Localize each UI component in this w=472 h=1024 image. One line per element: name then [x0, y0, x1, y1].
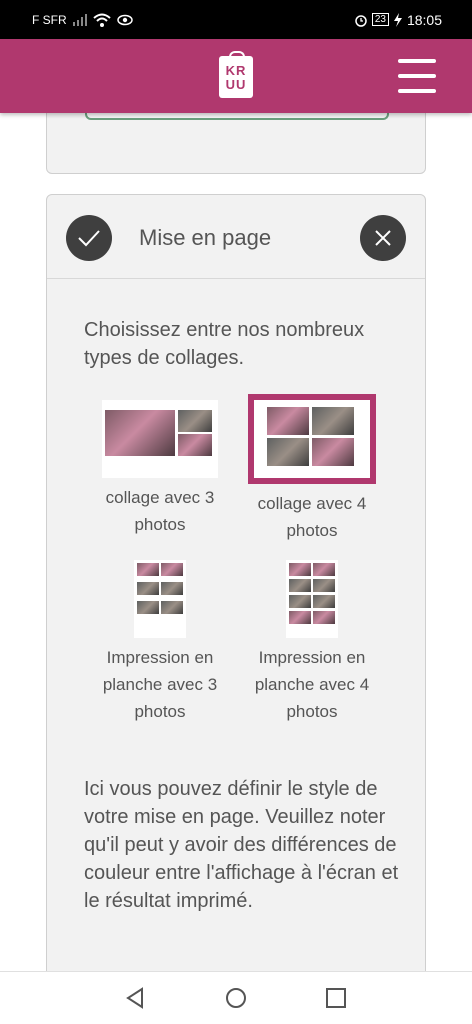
eye-icon [116, 14, 133, 25]
collage-4-thumbnail [248, 394, 376, 484]
intro-text: Choisissez entre nos nombreux types de c… [84, 319, 365, 369]
layout-card: Mise en page Choisissez entre nos nombre… [46, 194, 426, 971]
charging-icon [393, 12, 402, 27]
section-title: Mise en page [139, 225, 272, 250]
strip-4-thumbnail [286, 560, 338, 638]
option-label: collage avec 3 photos [105, 488, 215, 534]
option-label: Impression en planche avec 4 photos [254, 648, 370, 721]
alarm-icon [355, 14, 367, 27]
clock: 18:05 [406, 11, 442, 28]
kruu-logo[interactable]: KR UU [219, 51, 253, 98]
back-triangle-icon[interactable] [124, 986, 148, 1010]
scroll-content[interactable]: Mise en page Choisissez entre nos nombre… [0, 113, 472, 971]
system-nav-bar [0, 971, 472, 1024]
hamburger-icon-bar [398, 59, 436, 63]
confirm-button[interactable] [66, 215, 112, 261]
layout-option-strip-4[interactable]: Impression en planche avec 4 photos [237, 560, 387, 725]
recents-square-icon[interactable] [324, 986, 348, 1010]
status-bar: F SFR 23 18:05 [0, 0, 472, 39]
layout-option-collage-4[interactable]: collage avec 4 photos [237, 394, 387, 544]
strip-3-thumbnail [134, 560, 186, 638]
hamburger-icon-bar [398, 74, 436, 78]
hamburger-menu-button[interactable] [398, 59, 436, 93]
card-header: Mise en page [47, 195, 425, 279]
layout-option-strip-3[interactable]: Impression en planche avec 3 photos [85, 560, 235, 725]
battery-level: 23 [371, 13, 389, 26]
carrier-label: F SFR [32, 12, 67, 27]
collage-3-thumbnail [102, 400, 218, 478]
option-label: Impression en planche avec 3 photos [102, 648, 218, 721]
layout-option-collage-3[interactable]: collage avec 3 photos [85, 400, 235, 538]
app-bar: KR UU [0, 39, 472, 113]
previous-input-field[interactable] [85, 113, 389, 120]
note-text: Ici vous pouvez définir le style de votr… [84, 778, 399, 912]
option-label: collage avec 4 photos [257, 494, 367, 540]
previous-card [46, 113, 426, 174]
signal-icon [72, 13, 87, 26]
close-icon [375, 230, 391, 246]
wifi-icon [93, 13, 111, 27]
close-button[interactable] [360, 215, 406, 261]
hamburger-icon-bar [398, 89, 436, 93]
checkmark-icon [78, 230, 100, 247]
home-circle-icon[interactable] [224, 986, 248, 1010]
